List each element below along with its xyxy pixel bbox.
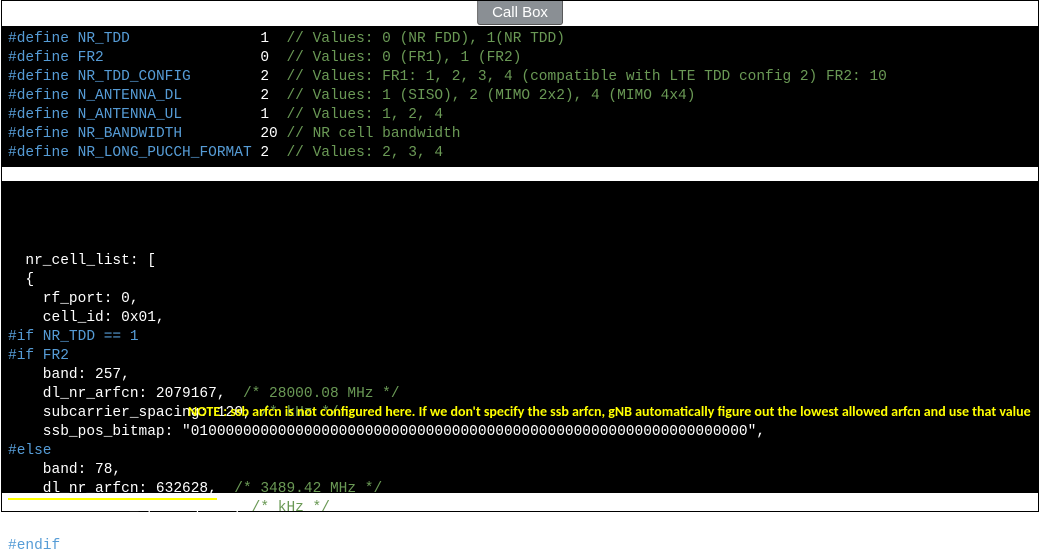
top-bar: Call Box <box>2 1 1038 26</box>
define-line: #define N_ANTENNA_DL 2 // Values: 1 (SIS… <box>8 87 1032 106</box>
note-annotation: NOTE : ssb arfcn is not configured here.… <box>188 404 1018 420</box>
container: Call Box #define NR_TDD 1 // Values: 0 (… <box>1 0 1039 512</box>
config-block: NOTE : ssb arfcn is not configured here.… <box>2 181 1038 493</box>
code-line: rf_port: 0, <box>8 290 1032 309</box>
code-line: ssb_pos_bitmap: "01000000000000000000000… <box>8 423 1032 442</box>
code-line: #endif <box>8 537 1032 556</box>
code-line: band: 257, <box>8 366 1032 385</box>
define-line: #define NR_TDD_CONFIG 2 // Values: FR1: … <box>8 68 1032 87</box>
define-line: #define FR2 0 // Values: 0 (FR1), 1 (FR2… <box>8 49 1032 68</box>
highlighted-arfcn: dl_nr_arfcn: 632628, <box>8 481 217 500</box>
code-line: cell_id: 0x01, <box>8 309 1032 328</box>
define-line: #define N_ANTENNA_UL 1 // Values: 1, 2, … <box>8 106 1032 125</box>
code-line: #if FR2 <box>8 347 1032 366</box>
code-line: subcarrier_spacing: 30, /* kHz */ <box>8 499 1032 518</box>
code-line: band: 78, <box>8 461 1032 480</box>
code-line: dl_nr_arfcn: 632628, /* 3489.42 MHz */ <box>8 480 1032 499</box>
callbox-button[interactable]: Call Box <box>477 1 563 25</box>
code-line: dl_nr_arfcn: 2079167, /* 28000.08 MHz */ <box>8 385 1032 404</box>
code-line: nr_cell_list: [ <box>8 252 1032 271</box>
code-line: { <box>8 271 1032 290</box>
code-line: #if NR_TDD == 1 <box>8 328 1032 347</box>
code-line: ssb_pos_bitmap: "10000000", <box>8 518 1032 537</box>
defines-block: #define NR_TDD 1 // Values: 0 (NR FDD), … <box>2 26 1038 167</box>
define-line: #define NR_BANDWIDTH 20 // NR cell bandw… <box>8 125 1032 144</box>
define-line: #define NR_LONG_PUCCH_FORMAT 2 // Values… <box>8 144 1032 163</box>
code-line: #else <box>8 442 1032 461</box>
define-line: #define NR_TDD 1 // Values: 0 (NR FDD), … <box>8 30 1032 49</box>
separator <box>2 167 1038 181</box>
